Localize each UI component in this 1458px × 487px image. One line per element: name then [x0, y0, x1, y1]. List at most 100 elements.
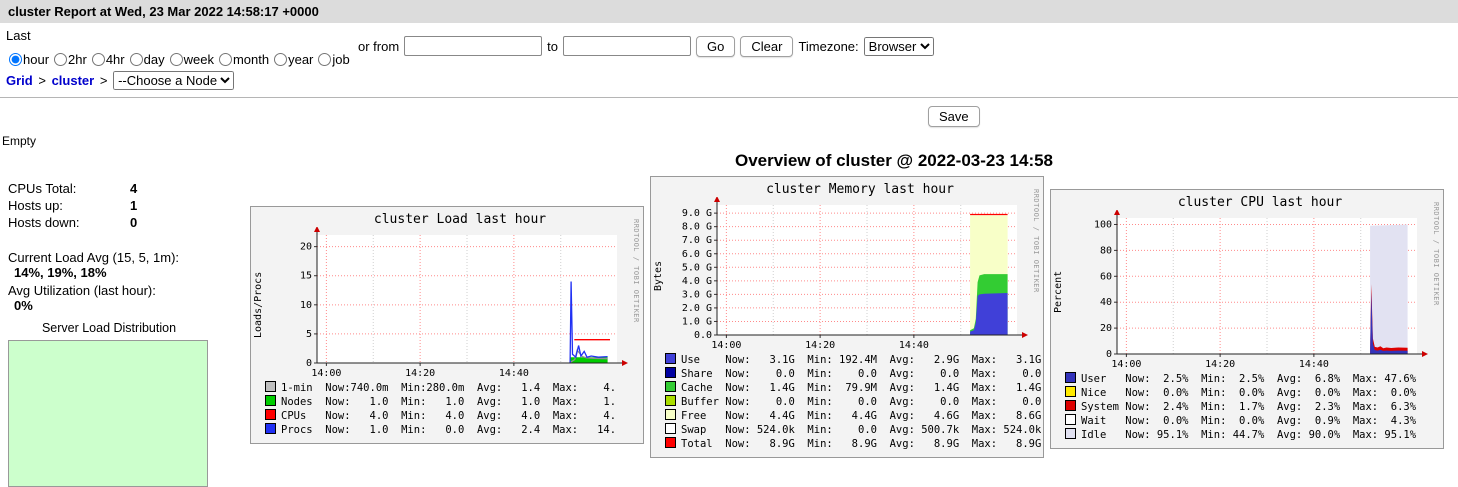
legend-text: Cache Now: 1.4G Min: 79.9M Avg: 1.4G Max…: [681, 382, 1042, 394]
breadcrumb-grid-link[interactable]: Grid: [6, 73, 33, 88]
range-radio-4hr[interactable]: [91, 53, 105, 66]
legend-row-1-min: 1-min Now:740.0m Min:280.0m Avg: 1.4 Max…: [265, 381, 643, 395]
legend-color-swatch: [1065, 428, 1076, 439]
svg-text:9.0 G: 9.0 G: [682, 208, 712, 219]
time-range-block: Last hour 2hr 4hr day week month year job: [6, 26, 358, 67]
svg-text:60: 60: [1100, 271, 1112, 282]
legend-row-system: System Now: 2.4% Min: 1.7% Avg: 2.3% Max…: [1065, 400, 1443, 414]
stat-value: 4: [130, 181, 138, 196]
svg-text:6.0 G: 6.0 G: [682, 249, 712, 260]
legend-row-procs: Procs Now: 1.0 Min: 0.0 Avg: 2.4 Max: 14…: [265, 423, 643, 437]
stat-label: Hosts down:: [8, 215, 80, 230]
legend-color-swatch: [665, 395, 676, 406]
stat-row: Hosts up: 1: [8, 197, 250, 214]
range-radio-day[interactable]: [129, 53, 143, 66]
legend-text: Use Now: 3.1G Min: 192.4M Avg: 2.9G Max:…: [681, 354, 1042, 366]
legend-row-use: Use Now: 3.1G Min: 192.4M Avg: 2.9G Max:…: [665, 353, 1043, 367]
legend-text: CPUs Now: 4.0 Min: 4.0 Avg: 4.0 Max: 4.: [281, 410, 617, 422]
or-from-label: or from: [358, 38, 400, 54]
range-option-day[interactable]: day: [127, 52, 165, 67]
svg-text:5.0 G: 5.0 G: [682, 262, 712, 273]
svg-text:14:00: 14:00: [311, 368, 341, 379]
legend-text: Share Now: 0.0 Min: 0.0 Avg: 0.0 Max: 0.…: [681, 368, 1042, 380]
rrdtool-watermark: RRDTOOL / TOBI OETIKER: [1432, 202, 1440, 306]
legend-text: Buffer Now: 0.0 Min: 0.0 Avg: 0.0 Max: 0…: [681, 396, 1042, 408]
svg-text:0.0: 0.0: [694, 330, 712, 341]
breadcrumb-cluster-link[interactable]: cluster: [52, 73, 95, 88]
chart-plot-area: 0 20 40 60 80 100 14:00 14:20 14:40: [1073, 209, 1443, 370]
legend-text: Swap Now: 524.0k Min: 0.0 Avg: 500.7k Ma…: [681, 424, 1042, 436]
chart-title: cluster Memory last hour: [766, 182, 954, 197]
clear-button[interactable]: Clear: [740, 35, 794, 57]
legend-color-swatch: [665, 353, 676, 364]
range-radio-group: hour 2hr 4hr day week month year job: [6, 52, 358, 67]
range-radio-2hr[interactable]: [54, 53, 68, 66]
range-option-hour[interactable]: hour: [6, 52, 49, 67]
to-input[interactable]: [563, 36, 692, 56]
svg-text:5: 5: [306, 329, 312, 340]
overview-title: Overview of cluster @ 2022-03-23 14:58: [734, 151, 1054, 170]
range-radio-job[interactable]: [318, 53, 332, 66]
svg-text:14:40: 14:40: [499, 368, 529, 379]
chart-title: cluster CPU last hour: [1177, 195, 1343, 210]
stat-value: 0: [130, 215, 138, 230]
chart-ylabel: Percent: [1053, 270, 1064, 314]
rrdtool-watermark: RRDTOOL / TOBI OETIKER: [1032, 189, 1040, 293]
range-option-job[interactable]: job: [315, 52, 350, 67]
legend-color-swatch: [665, 409, 676, 420]
chart-legend: 1-min Now:740.0m Min:280.0m Avg: 1.4 Max…: [251, 379, 643, 443]
svg-text:14:00: 14:00: [1111, 359, 1141, 370]
chart-ylabel: Loads/Procs: [253, 271, 264, 339]
svg-text:14:20: 14:20: [405, 368, 435, 379]
range-option-year[interactable]: year: [271, 52, 313, 67]
range-radio-hour[interactable]: [9, 53, 22, 66]
range-radio-month[interactable]: [218, 53, 232, 66]
from-input[interactable]: [404, 36, 543, 56]
cpu-chart-panel: cluster CPU last hour Percent 0 20 40 60 80 1…: [1050, 189, 1444, 449]
range-option-4hr[interactable]: 4hr: [89, 52, 125, 67]
legend-color-swatch: [665, 437, 676, 448]
legend-text: User Now: 2.5% Min: 2.5% Avg: 6.8% Max: …: [1081, 373, 1417, 385]
legend-text: Free Now: 4.4G Min: 4.4G Avg: 4.6G Max: …: [681, 410, 1042, 422]
save-row: Save: [0, 98, 1458, 132]
range-option-week[interactable]: week: [167, 52, 214, 67]
legend-color-swatch: [665, 381, 676, 392]
legend-row-share: Share Now: 0.0 Min: 0.0 Avg: 0.0 Max: 0.…: [665, 367, 1043, 381]
legend-color-swatch: [665, 423, 676, 434]
legend-row-swap: Swap Now: 524.0k Min: 0.0 Avg: 500.7k Ma…: [665, 423, 1043, 437]
svg-text:2.0 G: 2.0 G: [682, 303, 712, 314]
svg-text:20: 20: [300, 242, 312, 253]
legend-color-swatch: [265, 423, 276, 434]
node-select[interactable]: --Choose a Node: [113, 71, 235, 90]
rrdtool-watermark: RRDTOOL / TOBI OETIKER: [632, 219, 640, 323]
report-title-bar: cluster Report at Wed, 23 Mar 2022 14:58…: [0, 0, 1458, 23]
util-label: Avg Utilization (last hour):: [8, 283, 156, 298]
svg-text:3.0 G: 3.0 G: [682, 289, 712, 300]
timezone-select[interactable]: Browser: [863, 36, 934, 56]
svg-text:40: 40: [1100, 297, 1112, 308]
server-load-distribution-label: Server Load Distribution: [41, 321, 177, 335]
chart-plot-area: 0.0 1.0 G 2.0 G 3.0 G 4.0 G 5.0 G 6.0 G 7.0 G 8.…: [673, 196, 1043, 351]
range-radio-week[interactable]: [169, 53, 183, 66]
load-avg-value: 14%, 19%, 18%: [14, 265, 107, 280]
save-button[interactable]: Save: [928, 106, 980, 127]
legend-row-nice: Nice Now: 0.0% Min: 0.0% Avg: 0.0% Max: …: [1065, 386, 1443, 400]
range-radio-year[interactable]: [274, 53, 288, 66]
load-avg-label: Current Load Avg (15, 5, 1m):: [8, 250, 180, 265]
legend-color-swatch: [265, 395, 276, 406]
svg-text:14:40: 14:40: [899, 340, 929, 351]
custom-range-block: or from to Go Clear Timezone: Browser: [358, 34, 934, 58]
stat-label: CPUs Total:: [8, 181, 77, 196]
svg-text:80: 80: [1100, 245, 1112, 256]
go-button[interactable]: Go: [696, 35, 736, 57]
last-label: Last: [6, 28, 31, 43]
stat-label: Hosts up:: [8, 198, 63, 213]
load-chart-panel: cluster Load last hour Loads/Procs 0 5 10 1…: [250, 206, 644, 444]
range-option-2hr[interactable]: 2hr: [51, 52, 87, 67]
chart-plot-area: 0 5 10 15 20 14:00 14:20 14:40: [273, 226, 643, 379]
breadcrumb-separator: >: [38, 73, 46, 88]
range-option-month[interactable]: month: [216, 52, 269, 67]
stat-value: 1: [130, 198, 138, 213]
svg-text:20: 20: [1100, 323, 1112, 334]
stat-row: CPUs Total: 4: [8, 180, 250, 197]
